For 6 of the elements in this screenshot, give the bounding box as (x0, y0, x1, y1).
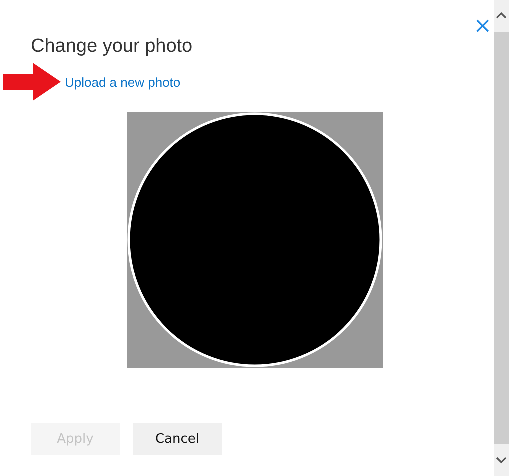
dialog-title: Change your photo (31, 36, 194, 58)
photo-crop-area[interactable] (127, 112, 383, 368)
cancel-button[interactable]: Cancel (133, 423, 222, 455)
close-button[interactable]: × (474, 18, 492, 36)
arrow-drawing (3, 63, 61, 101)
upload-link[interactable]: Upload a new photo (65, 74, 181, 90)
